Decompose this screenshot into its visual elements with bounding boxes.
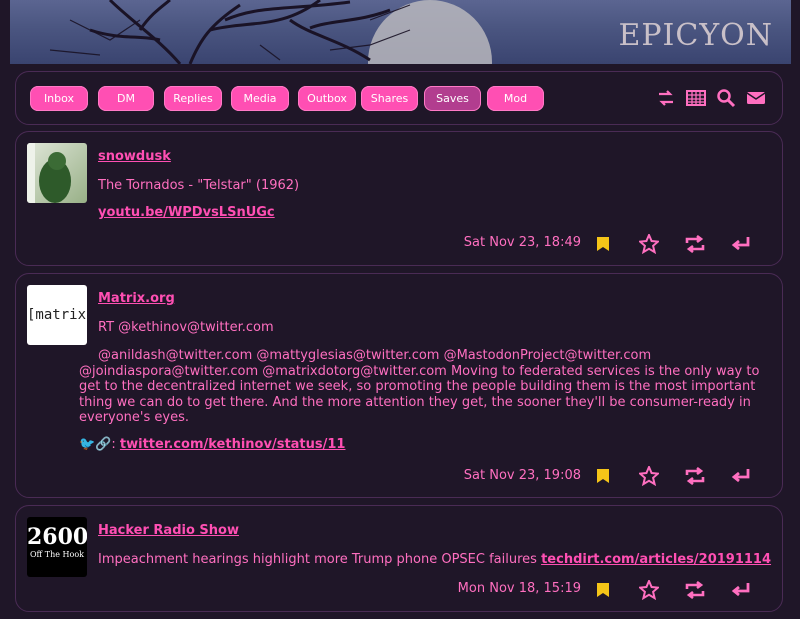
site-brand: EPICYON [618,18,773,53]
repeat-icon[interactable] [672,465,718,487]
post-actions [580,579,764,601]
search-icon[interactable] [714,86,738,110]
like-star-icon[interactable] [626,465,672,487]
avatar-logo-text: 2600 [27,524,87,550]
post-card: snowdusk The Tornados - "Telstar" (1962)… [15,131,783,266]
tab-shares[interactable]: Shares [361,86,418,111]
nav-icon-group [654,86,768,110]
post-link-row: 🐦🔗: twitter.com/kethinov/status/11 [79,437,345,453]
post-timestamp[interactable]: Sat Nov 23, 18:49 [464,235,581,250]
post-actions [580,465,764,487]
post-timestamp[interactable]: Sat Nov 23, 19:08 [464,468,581,483]
calendar-icon[interactable] [684,86,708,110]
post-card: 2600 Off The Hook Hacker Radio Show Impe… [15,505,783,612]
like-star-icon[interactable] [626,579,672,601]
tab-mod[interactable]: Mod [487,86,544,111]
post-author[interactable]: Hacker Radio Show [98,523,239,538]
avatar[interactable]: 2600 Off The Hook [27,517,87,577]
reply-icon[interactable] [718,465,764,487]
post-author[interactable]: snowdusk [98,149,171,164]
email-icon[interactable] [744,86,768,110]
bookmark-icon[interactable] [580,579,626,601]
reply-icon[interactable] [718,579,764,601]
timeline-nav: Inbox DM Replies Media Outbox Shares Sav… [15,71,783,125]
bookmark-icon[interactable] [580,465,626,487]
repeat-icon[interactable] [672,579,718,601]
post-author[interactable]: Matrix.org [98,291,175,306]
post-text: @anildash@twitter.com @mattyglesias@twit… [79,348,760,425]
avatar[interactable] [27,143,87,203]
tab-inbox[interactable]: Inbox [30,86,88,111]
post-actions [580,233,764,255]
swap-icon[interactable] [654,86,678,110]
like-star-icon[interactable] [626,233,672,255]
tab-replies[interactable]: Replies [164,86,222,111]
avatar-logo-text: [matrix] [27,307,87,323]
post-timestamp[interactable]: Mon Nov 18, 15:19 [458,581,581,596]
tab-saves[interactable]: Saves [424,86,481,111]
post-card: [matrix] Matrix.org RT @kethinov@twitter… [15,273,783,498]
post-text-row: Impeachment hearings highlight more Trum… [98,552,771,568]
tab-dm[interactable]: DM [98,86,154,111]
post-text: Impeachment hearings highlight more Trum… [98,552,537,567]
repeat-icon[interactable] [672,233,718,255]
tab-media[interactable]: Media [231,86,289,111]
post-link[interactable]: techdirt.com/articles/20191114 [541,552,771,567]
post-link[interactable]: youtu.be/WPDvsLSnUGc [98,205,275,221]
bookmark-icon[interactable] [580,233,626,255]
post-link[interactable]: twitter.com/kethinov/status/11 [120,437,346,452]
tab-outbox[interactable]: Outbox [298,86,356,111]
post-text: The Tornados - "Telstar" (1962) [98,178,300,193]
reply-icon[interactable] [718,233,764,255]
link-prefix-emoji: 🐦🔗: [79,437,116,452]
header-banner: EPICYON [10,0,791,64]
avatar[interactable]: [matrix] [27,285,87,345]
avatar-logo-subtext: Off The Hook [29,550,84,559]
retweet-label: RT @kethinov@twitter.com [98,320,274,335]
